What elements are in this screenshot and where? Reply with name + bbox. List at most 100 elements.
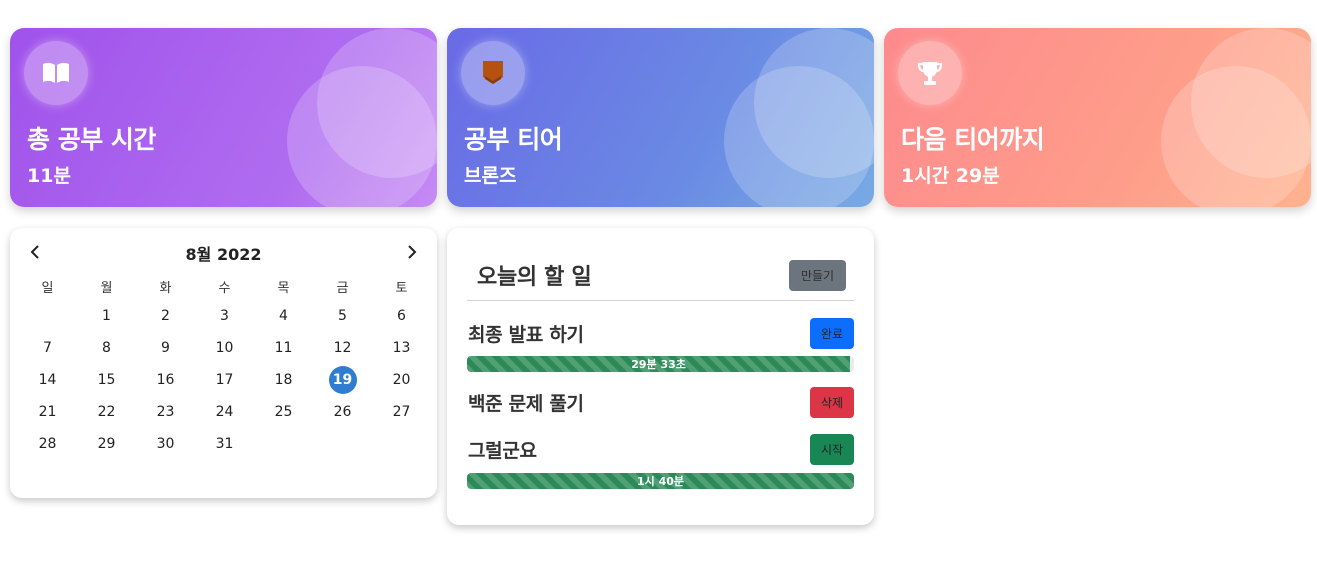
calendar-day[interactable]: 24 (195, 396, 254, 428)
calendar-day-number: 28 (38, 436, 57, 452)
calendar-day-number: 6 (397, 308, 406, 324)
calendar-day[interactable]: 10 (195, 332, 254, 364)
calendar-day[interactable]: 8 (77, 332, 136, 364)
trophy-icon (898, 41, 962, 105)
calendar-day[interactable]: 29 (77, 428, 136, 460)
calendar-day[interactable]: 15 (77, 364, 136, 396)
calendar-day[interactable]: 26 (313, 396, 372, 428)
calendar-day-number: 30 (156, 436, 175, 452)
task-progress: 1시 40분 (467, 473, 854, 489)
calendar-grid: 일 월 화 수 목 금 토 1 2 3 4 5 6 7 8 9 10 11 12 13 14 15 16 17 18 19 20 21… (18, 272, 431, 460)
task-name: 백준 문제 풀기 (468, 393, 584, 415)
calendar-day[interactable]: 11 (254, 332, 313, 364)
decor-circle (287, 66, 437, 207)
calendar-day-number: 21 (38, 404, 57, 420)
calendar-day-number: 5 (338, 308, 347, 324)
calendar-day[interactable]: 3 (195, 300, 254, 332)
weekday-label: 목 (277, 280, 290, 296)
task-progress: 29분 33초 (467, 356, 854, 372)
total-study-time-card: 총 공부 시간 11분 (10, 28, 437, 207)
todo-panel: 오늘의 할 일 만들기 최종 발표 하기 완료 29분 33초 백준 문제 풀기… (447, 228, 874, 525)
calendar-day[interactable]: 4 (254, 300, 313, 332)
calendar-day[interactable]: 12 (313, 332, 372, 364)
calendar-day-number: 18 (274, 372, 293, 388)
next-tier-card: 다음 티어까지 1시간 29분 (884, 28, 1311, 207)
divider (467, 300, 854, 301)
calendar-day-number: 8 (102, 340, 111, 356)
calendar-day[interactable]: 27 (372, 396, 431, 428)
study-tier-card: 공부 티어 브론즈 (447, 28, 874, 207)
calendar-day[interactable]: 2 (136, 300, 195, 332)
start-task-button[interactable]: 시작 (810, 434, 854, 465)
calendar-day-number: 16 (156, 372, 175, 388)
calendar-day[interactable]: 1 (77, 300, 136, 332)
book-icon (24, 41, 88, 105)
calendar-day-number: 7 (43, 340, 52, 356)
stat-value: 브론즈 (464, 165, 517, 187)
calendar-day[interactable]: 9 (136, 332, 195, 364)
calendar-day-today[interactable]: 19 (313, 364, 372, 396)
create-task-button[interactable]: 만들기 (789, 260, 846, 291)
calendar-day-number: 25 (274, 404, 293, 420)
calendar-day-number: 13 (392, 340, 411, 356)
calendar-day[interactable]: 18 (254, 364, 313, 396)
calendar-day-number: 22 (97, 404, 116, 420)
calendar-day-number: 26 (333, 404, 352, 420)
calendar-day-number: 9 (161, 340, 170, 356)
stat-value: 1시간 29분 (901, 165, 1000, 187)
calendar-day-number: 15 (97, 372, 116, 388)
calendar-day[interactable]: 16 (136, 364, 195, 396)
calendar-day-number: 29 (97, 436, 116, 452)
calendar-day-number: 3 (220, 308, 229, 324)
calendar-day-number: 2 (161, 308, 170, 324)
calendar-day-number: 11 (274, 340, 293, 356)
weekday-label: 토 (395, 280, 408, 296)
weekday-label: 월 (100, 280, 113, 296)
stat-title: 공부 티어 (464, 125, 563, 154)
decor-circle (724, 66, 874, 207)
calendar-day[interactable]: 6 (372, 300, 431, 332)
stat-value: 11분 (27, 165, 71, 187)
task-progress-bar: 1시 40분 (467, 473, 854, 489)
calendar-day-number: 23 (156, 404, 175, 420)
delete-task-button[interactable]: 삭제 (810, 387, 854, 418)
calendar-day-number: 20 (392, 372, 411, 388)
todo-title: 오늘의 할 일 (477, 265, 592, 290)
calendar-empty-cell (18, 300, 77, 332)
calendar-day[interactable]: 31 (195, 428, 254, 460)
calendar-day[interactable]: 20 (372, 364, 431, 396)
task-name: 그럴군요 (468, 440, 537, 462)
calendar-month-title: 8월 2022 (185, 245, 262, 264)
calendar-day[interactable]: 5 (313, 300, 372, 332)
task-progress-bar: 29분 33초 (467, 356, 851, 372)
stat-title: 다음 티어까지 (901, 125, 1045, 154)
decor-circle (1161, 66, 1311, 207)
calendar-day[interactable]: 30 (136, 428, 195, 460)
weekday-label: 화 (159, 280, 172, 296)
calendar-day[interactable]: 14 (18, 364, 77, 396)
calendar-day[interactable]: 17 (195, 364, 254, 396)
calendar-day-number: 12 (333, 340, 352, 356)
weekday-label: 일 (41, 280, 54, 296)
calendar-day[interactable]: 25 (254, 396, 313, 428)
calendar-day[interactable]: 13 (372, 332, 431, 364)
calendar-day-number: 1 (102, 308, 111, 324)
calendar-day[interactable]: 23 (136, 396, 195, 428)
task-name: 최종 발표 하기 (468, 324, 584, 346)
calendar-day-number: 31 (215, 436, 234, 452)
weekday-label: 금 (336, 280, 349, 296)
calendar-day-number: 14 (38, 372, 57, 388)
calendar-day-number: 19 (328, 366, 357, 394)
calendar: 8월 2022 일 월 화 수 목 금 토 1 2 3 4 5 6 7 8 9 10 11 12 13 14 15 16 17… (10, 228, 437, 498)
calendar-day[interactable]: 22 (77, 396, 136, 428)
chevron-right-icon[interactable] (400, 240, 424, 264)
calendar-day-number: 27 (392, 404, 411, 420)
calendar-day-number: 10 (215, 340, 234, 356)
calendar-day[interactable]: 21 (18, 396, 77, 428)
bronze-badge-icon (461, 41, 525, 105)
calendar-day[interactable]: 7 (18, 332, 77, 364)
weekday-label: 수 (218, 280, 231, 296)
complete-task-button[interactable]: 완료 (810, 318, 854, 349)
stat-title: 총 공부 시간 (27, 125, 156, 154)
calendar-day[interactable]: 28 (18, 428, 77, 460)
